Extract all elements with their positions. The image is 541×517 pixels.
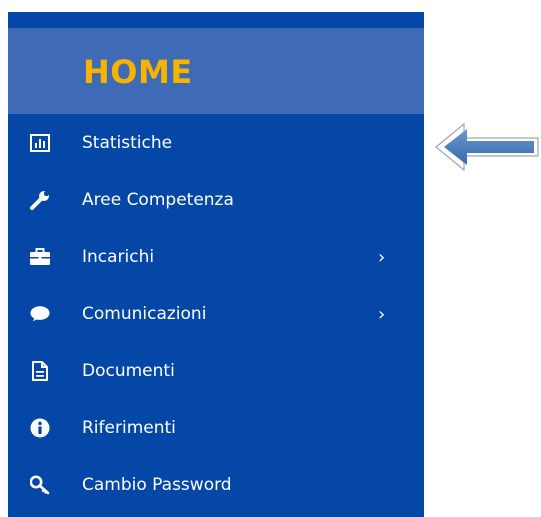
chevron-right-icon: › [378,303,386,325]
sidebar-item-documenti[interactable]: Documenti [8,342,424,399]
bar-chart-icon [30,133,50,153]
sidebar-item-label: Documenti [82,360,175,381]
sidebar-item-cambio-password[interactable]: Cambio Password [8,456,424,513]
speech-bubble-icon [30,304,50,324]
sidebar-item-label: Aree Competenza [82,189,234,210]
sidebar-item-label: Riferimenti [82,417,176,438]
sidebar-item-incarichi[interactable]: Incarichi › [8,228,424,285]
arrow-left-icon [435,122,539,172]
sidebar-item-riferimenti[interactable]: Riferimenti [8,399,424,456]
key-icon [30,475,50,495]
sidebar-item-label: Cambio Password [82,474,232,495]
sidebar-item-label: Comunicazioni [82,303,207,324]
sidebar-item-label: Incarichi [82,246,155,267]
sidebar-top-strip [8,12,424,28]
chevron-right-icon: › [378,246,386,268]
sidebar-header[interactable]: HOME [8,28,424,114]
document-icon [30,360,50,381]
wrench-icon [30,190,50,210]
sidebar-item-comunicazioni[interactable]: Comunicazioni › [8,285,424,342]
sidebar: HOME Statistiche Aree Competenza Incaric… [8,12,424,517]
page-title: HOME [83,53,193,91]
info-icon [30,418,50,438]
sidebar-item-aree-competenza[interactable]: Aree Competenza [8,171,424,228]
sidebar-item-label: Statistiche [82,132,173,153]
sidebar-menu: Statistiche Aree Competenza Incarichi › … [8,114,424,513]
briefcase-icon [30,247,50,267]
sidebar-item-statistiche[interactable]: Statistiche [8,114,424,171]
